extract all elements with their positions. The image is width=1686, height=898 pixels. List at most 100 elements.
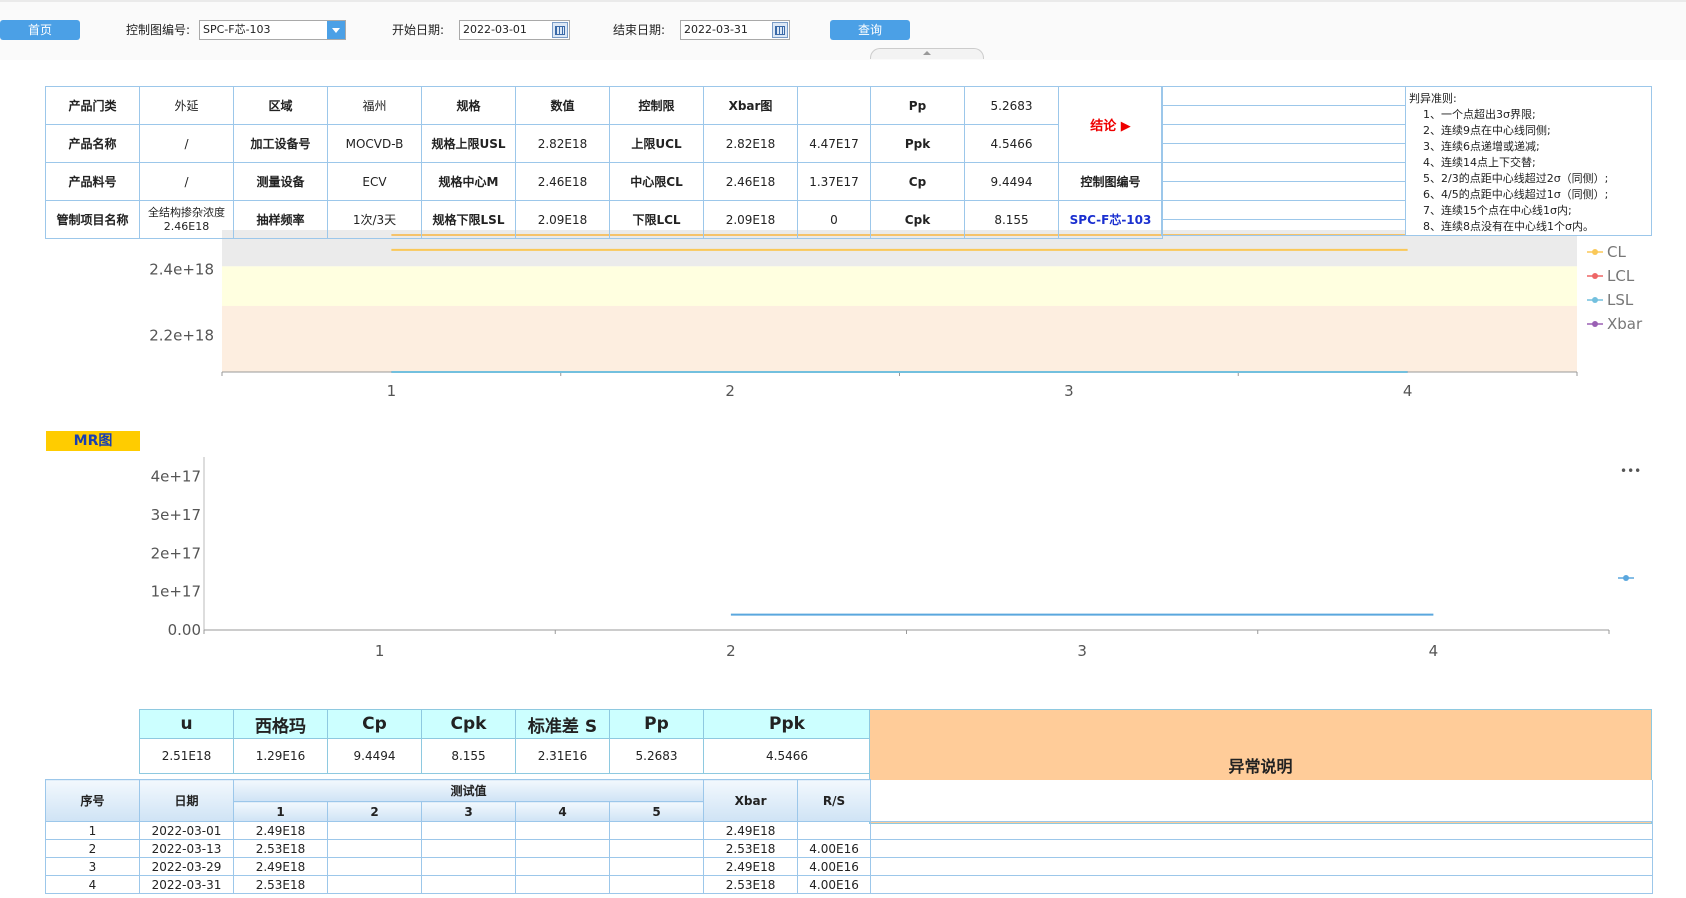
query-button[interactable]: 查询 — [830, 20, 910, 40]
info-table: 产品门类 外延 区域 福州 规格 数值 控制限 Xbar图 Pp 5.2683 结论 ▶ 产品名称 / 加… — [45, 86, 1163, 239]
stat-value: 2.31E16 — [515, 738, 610, 774]
mr-y-axis: 4e+17 3e+17 2e+17 1e+17 0.00 — [151, 468, 201, 639]
table-cell: 1 — [45, 821, 140, 840]
stat-header: 西格玛 — [233, 709, 328, 739]
end-date-input[interactable]: 2022-03-31 — [680, 20, 790, 40]
info-cell: 下限LCL — [609, 200, 704, 239]
chart-no-value: SPC-F芯-103 — [203, 23, 271, 36]
collapse-toggle[interactable] — [870, 48, 984, 59]
table-cell — [797, 821, 872, 840]
rule-item: 8、连续8点没有在中心线1个σ内。 — [1423, 220, 1594, 233]
stat-value: 9.4494 — [327, 738, 422, 774]
start-date-value: 2022-03-01 — [463, 23, 527, 36]
info-cell: / — [139, 162, 234, 201]
info-cell: 福州 — [327, 86, 422, 125]
y-tick-label: 4e+17 — [151, 468, 201, 486]
stat-header: Ppk — [703, 709, 871, 739]
col-test-values: 测试值 — [232, 779, 705, 802]
calendar-icon[interactable] — [552, 22, 568, 38]
legend-label-lcl: LCL — [1607, 267, 1635, 285]
chart-no-cell-value: SPC-F芯-103 — [1058, 200, 1163, 239]
table-cell — [327, 857, 422, 876]
table-cell: 4.00E16 — [797, 875, 872, 894]
end-date-label: 结束日期: — [613, 23, 666, 37]
chart-no-cell-label: 控制图编号 — [1058, 162, 1163, 201]
y-tick-label: 2.4e+18 — [149, 261, 214, 279]
home-button[interactable]: 首页 — [0, 20, 80, 40]
info-cell: Cp — [870, 162, 965, 201]
rule-item: 1、一个点超出3σ界限; — [1423, 108, 1536, 121]
info-cell: 5.2683 — [964, 86, 1059, 125]
start-date-input[interactable]: 2022-03-01 — [459, 20, 570, 40]
mr-grid — [203, 457, 1610, 634]
info-cell: 控制限 — [609, 86, 704, 125]
stat-value: 2.51E18 — [139, 738, 234, 774]
x-tick-label: 1 — [387, 382, 397, 400]
stat-value: 8.155 — [421, 738, 516, 774]
y-tick-label: 3e+17 — [151, 506, 201, 524]
info-cell: 外延 — [139, 86, 234, 125]
table-cell — [327, 875, 422, 894]
info-cell: 规格下限LSL — [421, 200, 516, 239]
rule-item: 4、连续14点上下交替; — [1423, 156, 1536, 169]
col-xbar: Xbar — [703, 779, 799, 822]
legend-marker-cl — [1592, 249, 1598, 255]
data-table: 序号 日期 测试值 Xbar R/S 12345 1 2022-03-01 2.49… — [45, 779, 1654, 894]
info-cell: 2.82E18 — [703, 124, 798, 163]
info-cell: 测量设备 — [233, 162, 328, 201]
table-cell: 2.49E18 — [233, 857, 328, 876]
info-cell: 产品名称 — [45, 124, 140, 163]
table-cell: 2.53E18 — [233, 839, 328, 858]
table-cell — [515, 839, 610, 858]
info-cell: Pp — [870, 86, 965, 125]
col-rs: R/S — [797, 779, 872, 822]
rules-panel: 判异准则: 1、一个点超出3σ界限; 2、连续9点在中心线同侧; 3、连续6点递增或递… — [1405, 86, 1652, 236]
table-cell: 3 — [45, 857, 140, 876]
more-icon[interactable]: ••• — [1620, 464, 1641, 478]
table-cell: 2.53E18 — [233, 875, 328, 894]
chart-no-select[interactable]: SPC-F芯-103 — [199, 20, 346, 40]
legend-label-lsl: LSL — [1607, 291, 1634, 309]
table-cell: 2.53E18 — [703, 875, 799, 894]
x-tick-label: 4 — [1429, 642, 1439, 660]
info-cell: 8.155 — [964, 200, 1059, 239]
table-cell — [870, 839, 1654, 858]
xbar-y-axis: 2.4e+18 2.2e+18 — [149, 261, 214, 345]
x-tick-label: 2 — [725, 382, 735, 400]
chevron-down-icon[interactable] — [327, 21, 345, 39]
xbar-chart: 2.4e+182.2e+18 1234 UCLCLLCLLSLXbar — [149, 230, 1643, 400]
col-test-sub: 3 — [421, 801, 516, 822]
info-cell: 管制项目名称 — [45, 200, 140, 239]
info-cell: 0 — [797, 200, 871, 239]
end-date-value: 2022-03-31 — [684, 23, 748, 36]
x-tick-label: 3 — [1064, 382, 1074, 400]
info-cell: / — [139, 124, 234, 163]
table-cell: 2022-03-01 — [139, 821, 234, 840]
table-cell: 2.49E18 — [703, 821, 799, 840]
table-cell — [608, 875, 705, 894]
rule-item: 6、4/5的点距中心线超过1σ（同侧）; — [1423, 188, 1609, 201]
table-cell: 2.53E18 — [703, 839, 799, 858]
rule-item: 3、连续6点递增或递减; — [1423, 140, 1540, 153]
mr-chart-label: MR图 — [46, 431, 140, 451]
stats-table: u 西格玛 Cp Cpk 标准差 S Pp Ppk 2.51E18 1.29E16 9.4494… — [139, 709, 871, 774]
info-cell: 9.4494 — [964, 162, 1059, 201]
calendar-icon[interactable] — [772, 22, 788, 38]
table-cell — [515, 875, 610, 894]
stat-header: Cp — [327, 709, 422, 739]
table-cell — [327, 839, 422, 858]
table-cell — [421, 821, 516, 840]
toolbar: 首页 控制图编号: SPC-F芯-103 开始日期: 2022-03-01 结束… — [0, 0, 1686, 60]
col-test-sub: 4 — [515, 801, 610, 822]
zone-band — [222, 305, 1577, 372]
table-cell — [608, 857, 705, 876]
rule-item: 7、连续15个点在中心线1σ内; — [1423, 204, 1572, 217]
rules-title: 判异准则: — [1409, 92, 1457, 105]
table-cell — [608, 821, 705, 840]
table-cell: 2 — [45, 839, 140, 858]
info-cell: 区域 — [233, 86, 328, 125]
table-cell — [870, 821, 1654, 840]
info-cell: 数值 — [515, 86, 610, 125]
col-test-sub: 2 — [327, 801, 422, 822]
info-cell: 2.09E18 — [703, 200, 798, 239]
